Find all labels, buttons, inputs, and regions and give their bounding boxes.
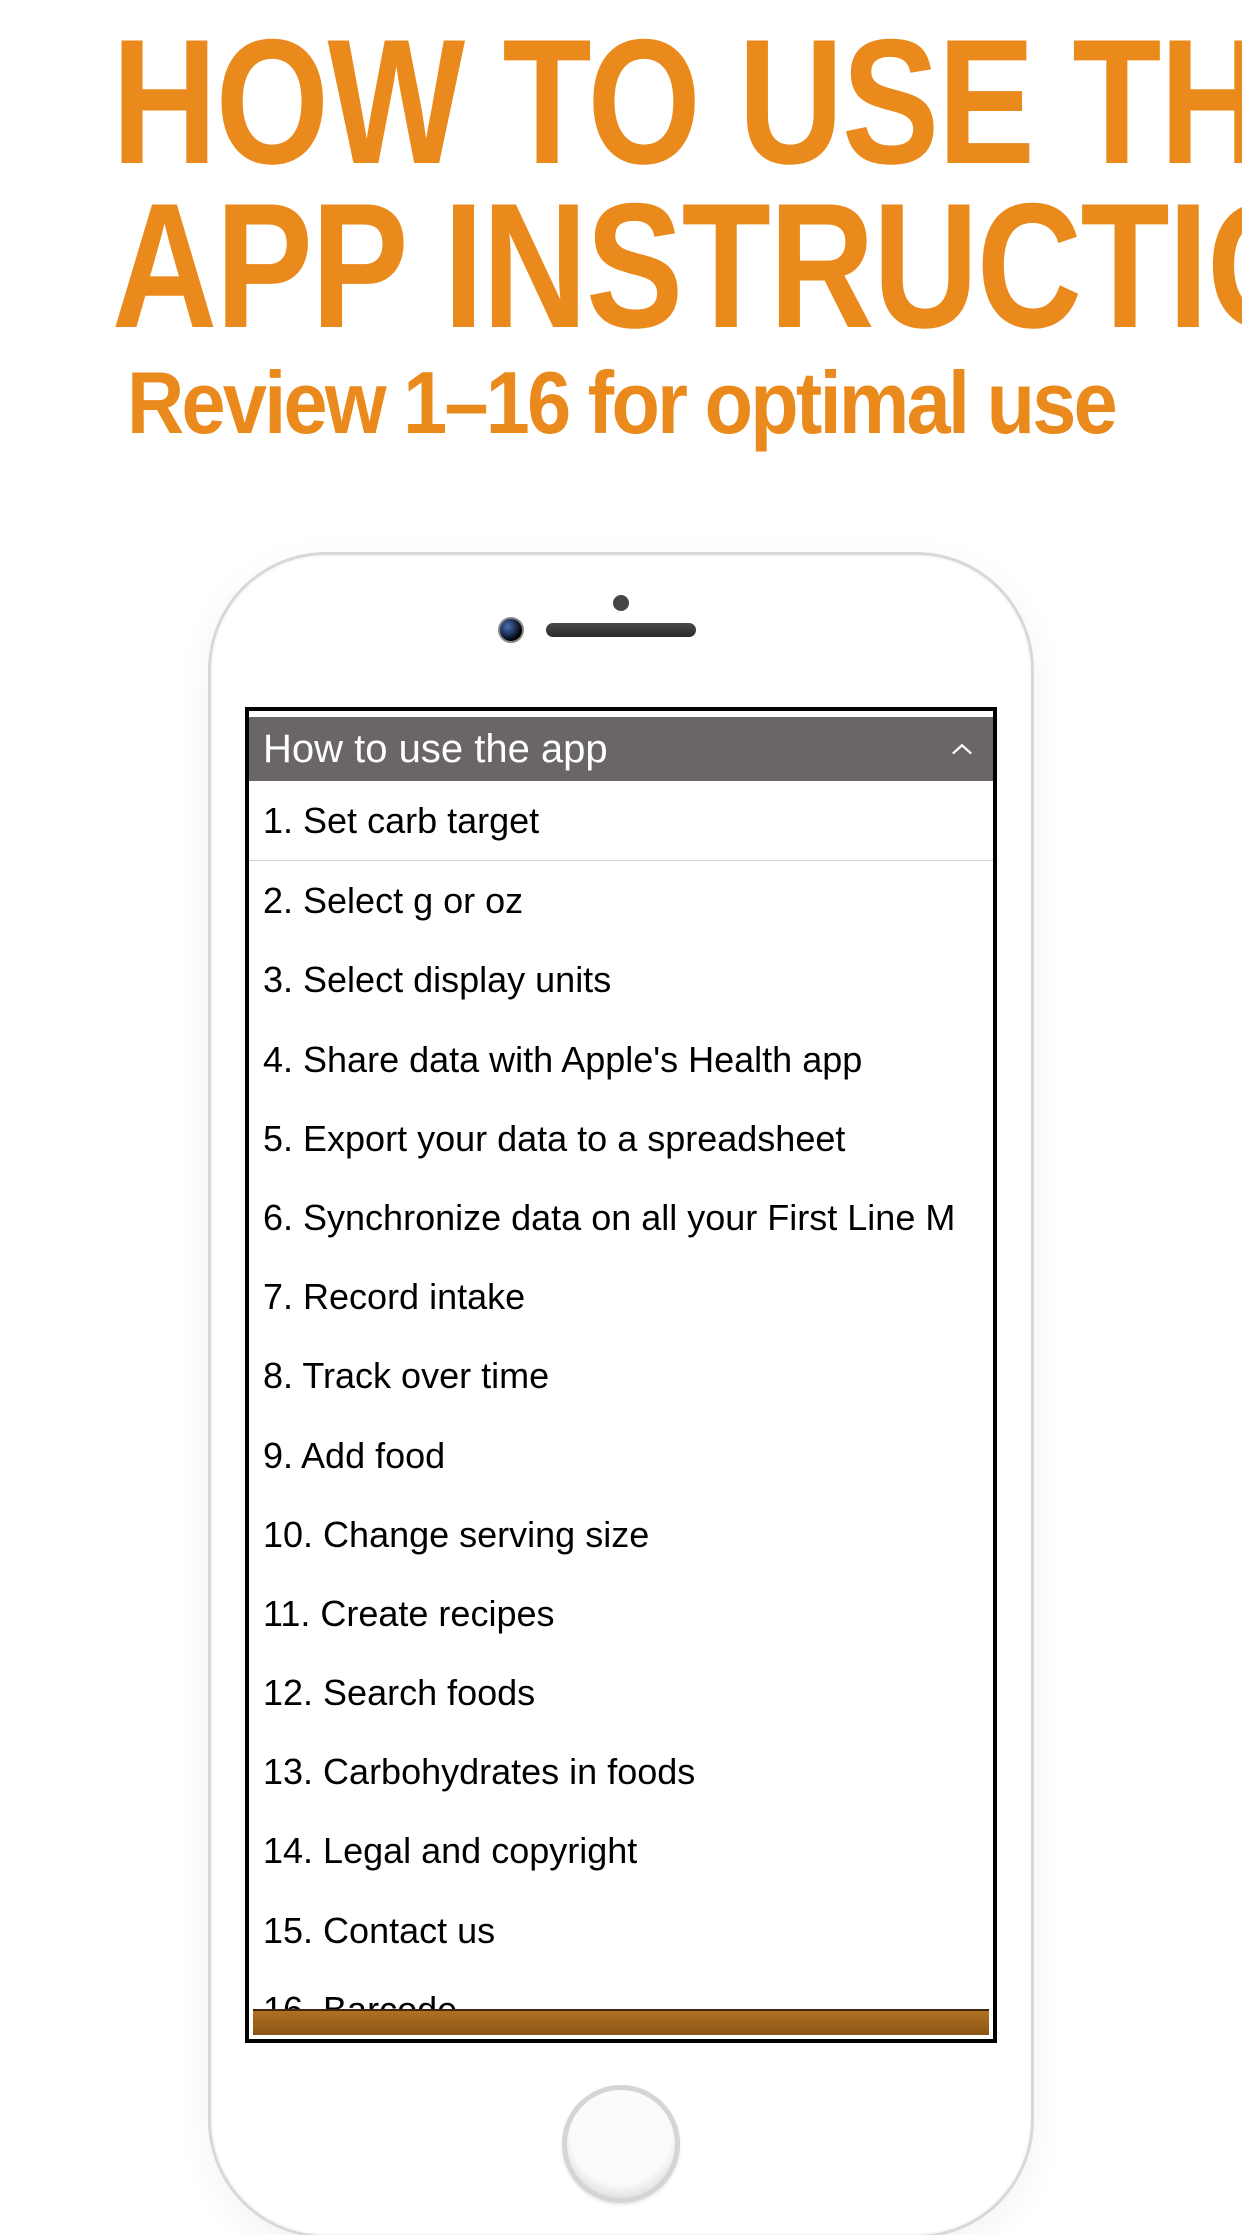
list-item[interactable]: 14. Legal and copyright	[249, 1811, 993, 1890]
phone-mockup: How to use the app 1. Set carb target 2.…	[211, 555, 1031, 2235]
list-item[interactable]: 10. Change serving size	[249, 1495, 993, 1574]
list-item[interactable]: 2. Select g or oz	[249, 861, 993, 940]
app-section-header[interactable]: How to use the app	[249, 717, 993, 781]
list-item[interactable]: 7. Record intake	[249, 1257, 993, 1336]
list-item[interactable]: 4. Share data with Apple's Health app	[249, 1020, 993, 1099]
headline-subtitle: Review 1–16 for optimal use	[62, 352, 1180, 454]
headline-line-1: HOW TO USE THE	[112, 20, 1130, 184]
sensor-dot	[613, 595, 629, 611]
list-item[interactable]: 13. Carbohydrates in foods	[249, 1732, 993, 1811]
list-item[interactable]: 1. Set carb target	[249, 781, 993, 861]
home-button[interactable]	[562, 2085, 680, 2203]
promo-headline: HOW TO USE THE APP INSTRUCTIONS Review 1…	[0, 0, 1242, 454]
headline-line-2: APP INSTRUCTIONS	[112, 184, 1130, 348]
list-item[interactable]: 6. Synchronize data on all your First Li…	[249, 1178, 993, 1257]
instructions-list[interactable]: 1. Set carb target 2. Select g or oz 3. …	[249, 781, 993, 2043]
list-item[interactable]: 11. Create recipes	[249, 1574, 993, 1653]
list-item[interactable]: 9. Add food	[249, 1416, 993, 1495]
list-item[interactable]: 8. Track over time	[249, 1336, 993, 1415]
app-header-title: How to use the app	[263, 727, 608, 772]
list-item[interactable]: 15. Contact us	[249, 1891, 993, 1970]
front-camera	[498, 617, 524, 643]
list-item[interactable]: 5. Export your data to a spreadsheet	[249, 1099, 993, 1178]
list-item[interactable]: 12. Search foods	[249, 1653, 993, 1732]
bottom-toolbar	[253, 2009, 989, 2035]
chevron-up-icon	[949, 736, 975, 762]
phone-screen: How to use the app 1. Set carb target 2.…	[245, 707, 997, 2043]
list-item[interactable]: 3. Select display units	[249, 940, 993, 1019]
phone-body: How to use the app 1. Set carb target 2.…	[213, 557, 1029, 2233]
phone-speaker	[546, 623, 696, 637]
